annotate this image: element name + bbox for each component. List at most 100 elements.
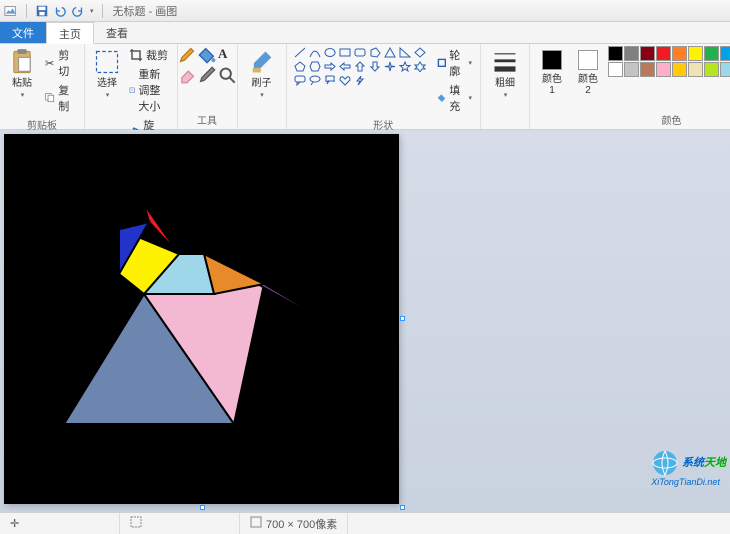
color-swatch[interactable] (688, 62, 703, 77)
color-swatch[interactable] (656, 62, 671, 77)
canvas-dimensions: 700 × 700像素 (266, 516, 337, 532)
select-button[interactable]: 选择 ▾ (91, 46, 123, 101)
shape-lightning-icon[interactable] (353, 74, 367, 87)
window-title: 无标题 - 画图 (113, 3, 178, 19)
shape-star6-icon[interactable] (413, 60, 427, 73)
shapes-gallery[interactable] (293, 46, 427, 87)
resize-handle-e[interactable] (400, 316, 405, 321)
tab-view[interactable]: 查看 (94, 22, 140, 43)
shape-arrowr-icon[interactable] (323, 60, 337, 73)
shape-callout1-icon[interactable] (293, 74, 307, 87)
canvas[interactable] (4, 134, 399, 504)
group-image: 选择 ▾ 裁剪 重新调整大小 旋转▾ 图像 (85, 44, 178, 129)
color-swatch[interactable] (720, 46, 730, 61)
copy-icon (44, 91, 55, 105)
group-tools: A 工具 (178, 44, 238, 129)
resize-handle-s[interactable] (200, 505, 205, 510)
shape-star5-icon[interactable] (398, 60, 412, 73)
group-shapes: 轮廓▾ 填充▾ 形状 (287, 44, 482, 129)
save-icon[interactable] (35, 4, 49, 18)
fill-button[interactable]: 填充▾ (435, 81, 475, 115)
zoom-tool-icon[interactable] (218, 66, 236, 87)
shape-star4-icon[interactable] (383, 60, 397, 73)
shape-line-icon[interactable] (293, 46, 307, 59)
redo-icon[interactable] (71, 4, 85, 18)
color-swatch[interactable] (672, 46, 687, 61)
selection-size-icon (130, 516, 142, 531)
color1-swatch (542, 50, 562, 70)
canvas-container (4, 134, 399, 504)
color-swatch[interactable] (672, 62, 687, 77)
watermark-icon (651, 449, 679, 477)
fill-tool-icon[interactable] (198, 46, 216, 67)
group-brushes: 刷子 ▾ . (238, 44, 287, 129)
size-icon (491, 48, 519, 76)
paste-icon (8, 48, 36, 76)
shape-arrowu-icon[interactable] (353, 60, 367, 73)
color-swatch[interactable] (704, 62, 719, 77)
color-swatch[interactable] (704, 46, 719, 61)
shape-arrowl-icon[interactable] (338, 60, 352, 73)
color2-swatch (578, 50, 598, 70)
shape-oval-icon[interactable] (323, 46, 337, 59)
resize-button[interactable]: 重新调整大小 (127, 65, 171, 115)
outline-button[interactable]: 轮廓▾ (435, 46, 475, 80)
shape-heart-icon[interactable] (338, 74, 352, 87)
shape-arrowd-icon[interactable] (368, 60, 382, 73)
ribbon: 粘贴 ▾ ✂剪切 复制 剪贴板 选择 ▾ 裁剪 重新调整大小 旋转▾ 图像 (0, 44, 730, 130)
crop-icon (129, 48, 143, 62)
color-swatch[interactable] (608, 46, 623, 61)
text-tool-icon[interactable]: A (218, 46, 236, 62)
color1-button[interactable]: 颜色 1 (536, 46, 568, 98)
color-swatch[interactable] (608, 62, 623, 77)
qat-dropdown-icon[interactable]: ▾ (90, 7, 94, 15)
title-bar: ▾ 无标题 - 画图 (0, 0, 730, 22)
shape-callout2-icon[interactable] (308, 74, 322, 87)
shape-callout3-icon[interactable] (323, 74, 337, 87)
color-swatch[interactable] (640, 46, 655, 61)
watermark: 系统天地 XiTongTianDi.net (651, 449, 726, 488)
brush-icon (248, 48, 276, 76)
status-bar: ✛ 700 × 700像素 (0, 512, 730, 534)
app-icon (4, 4, 18, 18)
shape-polygon-icon[interactable] (368, 46, 382, 59)
resize-handle-se[interactable] (400, 505, 405, 510)
undo-icon[interactable] (53, 4, 67, 18)
shape-rect-icon[interactable] (338, 46, 352, 59)
color-swatch[interactable] (688, 46, 703, 61)
color-swatch[interactable] (720, 62, 730, 77)
tab-home[interactable]: 主页 (46, 22, 94, 44)
shape-curve-icon[interactable] (308, 46, 322, 59)
work-area[interactable]: 系统天地 XiTongTianDi.net (0, 130, 730, 512)
color-swatch[interactable] (624, 62, 639, 77)
tab-file[interactable]: 文件 (0, 22, 46, 43)
resize-icon (129, 83, 135, 97)
fill-icon (437, 91, 447, 105)
select-icon (93, 48, 121, 76)
ribbon-tabs: 文件 主页 查看 (0, 22, 730, 44)
shape-pentagon-icon[interactable] (293, 60, 307, 73)
shape-roundrect-icon[interactable] (353, 46, 367, 59)
shape-rtriangle-icon[interactable] (398, 46, 412, 59)
group-colors: 颜色 1 颜色 2 编辑颜色 颜色 (530, 44, 730, 129)
shape-hexagon-icon[interactable] (308, 60, 322, 73)
paste-button[interactable]: 粘贴 ▾ (6, 46, 38, 101)
brush-button[interactable]: 刷子 ▾ (244, 46, 280, 101)
cut-icon: ✂ (44, 56, 55, 70)
copy-button[interactable]: 复制 (42, 81, 78, 115)
pencil-tool-icon[interactable] (178, 46, 196, 67)
shape-triangle-icon[interactable] (383, 46, 397, 59)
picker-tool-icon[interactable] (198, 66, 216, 87)
eraser-tool-icon[interactable] (178, 66, 196, 87)
color-palette (608, 46, 730, 77)
color-swatch[interactable] (624, 46, 639, 61)
group-size: 粗细 ▾ . (481, 44, 530, 129)
shape-diamond-icon[interactable] (413, 46, 427, 59)
size-button[interactable]: 粗细 ▾ (487, 46, 523, 101)
crop-button[interactable]: 裁剪 (127, 46, 171, 64)
cut-button[interactable]: ✂剪切 (42, 46, 78, 80)
color-swatch[interactable] (656, 46, 671, 61)
color-swatch[interactable] (640, 62, 655, 77)
outline-icon (437, 56, 447, 70)
color2-button[interactable]: 颜色 2 (572, 46, 604, 98)
